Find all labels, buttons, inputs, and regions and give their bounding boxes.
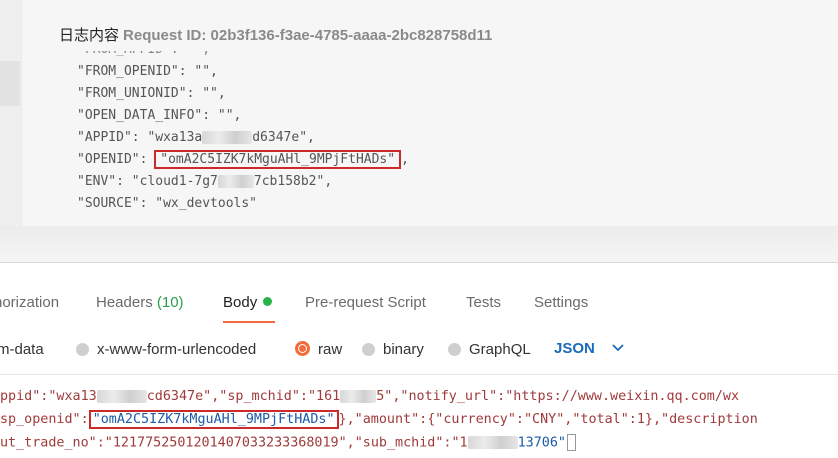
radio-icon — [448, 343, 461, 356]
log-json-view[interactable]: "FROM_APPID": "", "FROM_OPENID": "", "FR… — [77, 51, 777, 221]
appid-suffix: d6347e", — [252, 130, 315, 145]
env-suffix: 7cb158b2", — [253, 174, 333, 189]
request-tabs: horization Headers (10) Body Pre-request… — [0, 286, 838, 326]
log-line: "SOURCE": "wx_devtools" — [77, 196, 258, 211]
body-code-editor[interactable]: ppid":"wxa13 cd6347e","sp_mchid":"161 5","… — [0, 374, 838, 458]
log-line: "FROM_APPID": "", — [77, 51, 777, 61]
tab-body[interactable]: Body — [223, 294, 273, 311]
log-list-strip — [0, 0, 21, 226]
code-line: ppid":"wxa13 cd6347e","sp_mchid":"161 5","… — [0, 389, 740, 404]
env-prefix: "ENV": "cloud1-7g7 — [77, 174, 218, 189]
headers-count: (10) — [156, 294, 184, 311]
radio-icon — [76, 343, 89, 356]
code-line: ut_trade_no":"12177525012014070332333680… — [0, 434, 576, 451]
redaction-mosaic — [202, 131, 253, 144]
chevron-down-icon[interactable] — [611, 340, 625, 354]
tab-pre-request-script[interactable]: Pre-request Script — [305, 294, 426, 311]
active-tab-indicator — [223, 321, 275, 323]
body-active-dot — [263, 297, 273, 306]
tab-tests[interactable]: Tests — [466, 294, 501, 311]
log-title: 日志内容 Request ID: 02b3f136-f3ae-4785-aaaa-… — [59, 24, 492, 45]
request-id[interactable]: Request ID: 02b3f136-f3ae-4785-aaaa-2bc8… — [123, 27, 492, 44]
log-line-env: "ENV": "cloud1-7g7 7cb158b2", — [77, 171, 777, 193]
radio-selected-icon — [295, 341, 310, 356]
log-panel: 日志内容 Request ID: 02b3f136-f3ae-4785-aaaa-… — [0, 0, 838, 227]
format-select[interactable]: JSON — [554, 340, 595, 357]
option-x-www-form-urlencoded[interactable]: x-www-form-urlencoded — [76, 341, 256, 358]
appid-prefix: "APPID": "wxa13a — [77, 130, 203, 145]
redaction-mosaic — [467, 436, 518, 449]
log-title-label: 日志内容 — [59, 27, 120, 44]
log-list-selected-item[interactable] — [0, 61, 20, 106]
tab-authorization[interactable]: horization — [0, 294, 59, 311]
log-line: "OPEN_DATA_INFO": "", — [77, 108, 242, 123]
openid-prefix: "OPENID": — [77, 152, 156, 167]
log-line-appid: "APPID": "wxa13a d6347e", — [77, 127, 777, 149]
body-type-options: rm-data x-www-form-urlencoded raw binary… — [0, 336, 838, 366]
sp-openid-highlight: "omA2C5IZK7kMguAHl_9MPjFtHADs" — [88, 410, 339, 429]
option-form-data[interactable]: rm-data — [0, 341, 44, 358]
option-raw[interactable]: raw — [295, 341, 342, 358]
radio-icon — [362, 343, 375, 356]
redaction-mosaic — [217, 175, 254, 188]
option-graphql[interactable]: GraphQL — [448, 341, 531, 358]
text-cursor — [566, 434, 576, 451]
tab-settings[interactable]: Settings — [534, 294, 588, 311]
log-line: "FROM_OPENID": "", — [77, 64, 218, 79]
option-binary[interactable]: binary — [362, 341, 424, 358]
panel-divider — [0, 226, 838, 263]
log-line-openid: "OPENID": "omA2C5IZK7kMguAHl_9MPjFtHADs"… — [77, 149, 777, 171]
code-line: sp_openid": "omA2C5IZK7kMguAHl_9MPjFtHADs… — [0, 410, 758, 429]
log-line: "FROM_UNIONID": "", — [77, 86, 226, 101]
openid-highlight: "omA2C5IZK7kMguAHl_9MPjFtHADs" — [154, 150, 402, 169]
redaction-mosaic — [96, 389, 147, 403]
redaction-mosaic — [340, 389, 377, 403]
openid-suffix: , — [401, 152, 409, 167]
tab-headers[interactable]: Headers (10) — [96, 294, 184, 311]
